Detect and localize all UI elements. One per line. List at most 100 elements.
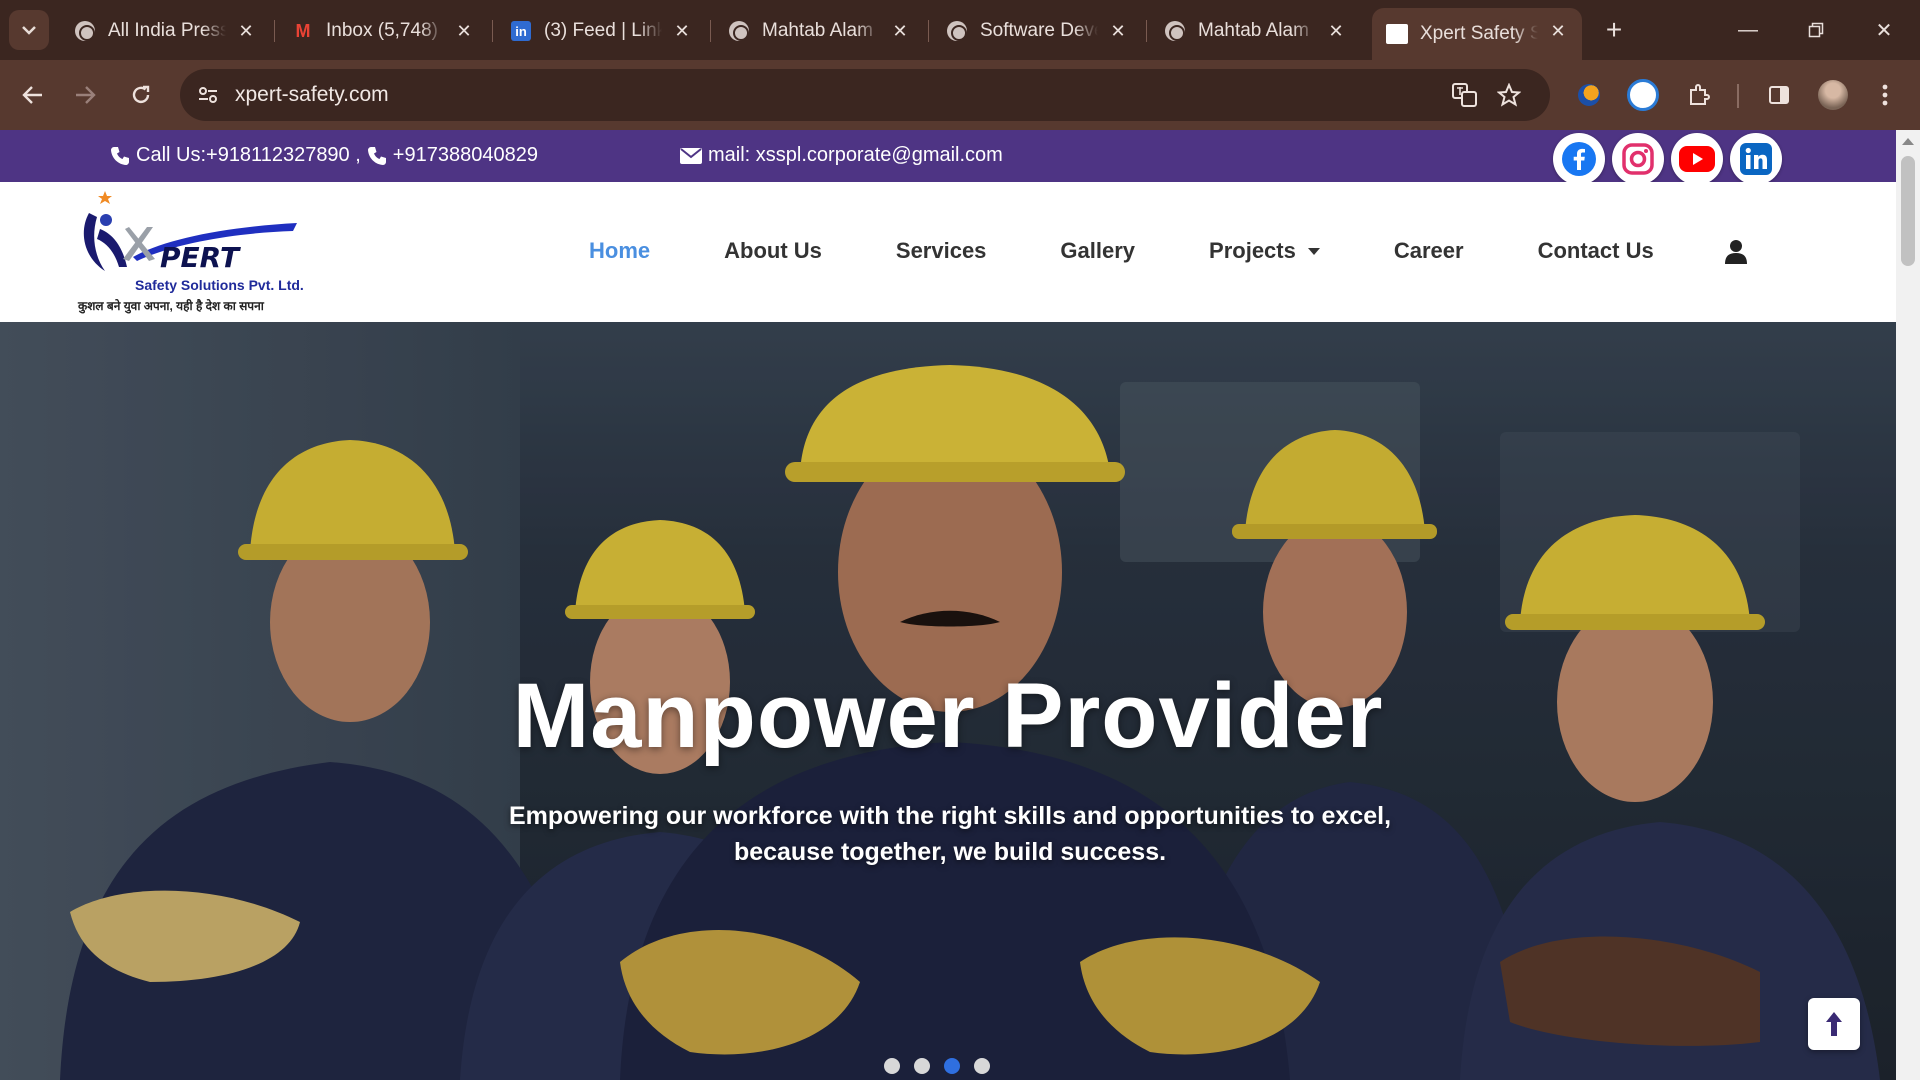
tab-title: Inbox (5,748) [326,20,438,41]
browser-toolbar: xpert-safety.com [0,60,1920,130]
site-info-icon[interactable] [190,77,226,113]
contact-topbar: Call Us:+918112327890 , +917388040829 ma… [0,130,1896,185]
mail-text[interactable]: mail: xsspl.corporate@gmail.com [708,144,1003,167]
carousel-dot[interactable] [914,1058,930,1074]
address-bar[interactable]: xpert-safety.com [180,69,1550,121]
tab-divider [1146,20,1147,42]
phone-icon [367,146,386,165]
hero-carousel: Manpower Provider Empowering our workfor… [0,322,1896,1080]
browser-tab[interactable]: Software Deve ✕ [932,8,1142,54]
chevron-down-icon [22,26,36,35]
tab-title: Software Deve [980,20,1098,41]
linkedin-icon: in [510,20,532,42]
tab-title: (3) Feed | Link [544,20,662,41]
close-icon[interactable]: ✕ [888,19,912,43]
nav-contact-us[interactable]: Contact Us [1538,238,1654,264]
phone-number-2[interactable]: +917388040829 [393,144,538,167]
back-button[interactable] [14,76,52,114]
scrollbar-thumb[interactable] [1901,156,1915,266]
extensions-puzzle-icon[interactable] [1680,76,1718,114]
tab-title: All India Press [108,20,226,41]
nav-gallery[interactable]: Gallery [1060,238,1135,264]
globe-icon [946,20,968,42]
linkedin-icon[interactable] [1730,133,1782,185]
new-tab-button[interactable]: + [1598,14,1630,46]
globe-icon [728,20,750,42]
restore-button[interactable] [1796,12,1836,48]
tab-divider [928,20,929,42]
mail-contact: mail: xsspl.corporate@gmail.com [680,144,1003,167]
forward-button[interactable] [66,76,104,114]
instagram-icon[interactable] [1612,133,1664,185]
tab-divider [274,20,275,42]
scroll-up-arrow-icon[interactable] [1902,138,1914,145]
facebook-icon[interactable] [1553,133,1605,185]
close-icon[interactable]: ✕ [452,19,476,43]
carousel-indicators [884,1058,990,1074]
tab-divider [492,20,493,42]
globe-icon [74,20,96,42]
main-nav: Home About Us Services Gallery Projects … [589,238,1728,264]
nav-about-us[interactable]: About Us [724,238,822,264]
gmail-icon: M [295,20,311,41]
nav-projects-dropdown[interactable]: Projects [1209,238,1320,264]
translate-icon[interactable] [1450,80,1480,110]
close-icon[interactable]: ✕ [234,19,258,43]
bookmark-star-icon[interactable] [1494,80,1524,110]
tab-search-button[interactable] [9,10,49,50]
caret-down-icon [1307,247,1320,255]
logo-tagline: कुशल बने युवा अपना, यही है देश का सपना [78,299,264,313]
back-to-top-button[interactable] [1808,998,1860,1050]
browser-tab-active[interactable]: Xpert Safety S ✕ [1372,8,1582,60]
nav-projects-label: Projects [1209,238,1296,263]
xpert-favicon [1386,23,1408,45]
extension-icon[interactable] [1570,76,1608,114]
logo-company-name: Safety Solutions Pvt. Ltd. [135,277,304,293]
tab-divider [710,20,711,42]
nav-career[interactable]: Career [1394,238,1464,264]
url-text[interactable]: xpert-safety.com [235,83,389,107]
nav-services[interactable]: Services [896,238,987,264]
menu-dots-icon[interactable] [1866,76,1904,114]
close-icon[interactable]: ✕ [1106,19,1130,43]
page-viewport: Call Us:+918112327890 , +917388040829 ma… [0,130,1920,1080]
close-icon[interactable]: ✕ [1546,19,1570,43]
reload-button[interactable] [122,76,160,114]
nav-home[interactable]: Home [589,238,650,264]
close-window-button[interactable]: ✕ [1864,12,1904,48]
phone-contacts: Call Us:+918112327890 , +917388040829 [110,144,538,167]
hero-subtitle: Empowering our workforce with the right … [508,802,1392,866]
social-links [1553,133,1782,185]
browser-tab[interactable]: in (3) Feed | Link ✕ [496,8,706,54]
reload-icon [132,85,150,104]
tab-title: Mahtab Alam [762,20,873,41]
browser-tab-strip: All India Press ✕ M Inbox (5,748) ✕ in (… [0,0,1920,60]
page-scrollbar[interactable] [1896,130,1920,1080]
tab-title: Xpert Safety S [1420,23,1538,44]
carousel-dot-active[interactable] [944,1058,960,1074]
close-icon[interactable]: ✕ [1324,19,1348,43]
call-us-text[interactable]: Call Us:+918112327890 , [136,144,361,167]
extension-icon[interactable] [1624,76,1662,114]
browser-tab[interactable]: Mahtab Alam ✕ [714,8,924,54]
forward-arrow-icon [76,86,96,104]
carousel-dot[interactable] [884,1058,900,1074]
youtube-icon[interactable] [1671,133,1723,185]
company-logo[interactable]: PERT Safety Solutions Pvt. Ltd. कुशल बने… [75,187,315,317]
minimize-button[interactable]: — [1728,12,1768,48]
user-account-icon[interactable] [1724,239,1748,265]
profile-avatar[interactable] [1814,76,1852,114]
toolbar-divider [1737,84,1739,108]
browser-tab[interactable]: M Inbox (5,748) ✕ [278,8,488,54]
browser-tab[interactable]: Mahtab Alam ✕ [1150,8,1360,54]
side-panel-icon[interactable] [1760,76,1798,114]
arrow-up-icon [1826,1012,1842,1036]
carousel-dot[interactable] [974,1058,990,1074]
browser-tab[interactable]: All India Press ✕ [60,8,270,54]
globe-icon [1164,20,1186,42]
hero-title: Manpower Provider [512,665,1384,767]
phone-icon [111,146,129,165]
close-icon[interactable]: ✕ [670,19,694,43]
back-arrow-icon [22,86,42,104]
logo-brand-text: PERT [160,241,241,274]
